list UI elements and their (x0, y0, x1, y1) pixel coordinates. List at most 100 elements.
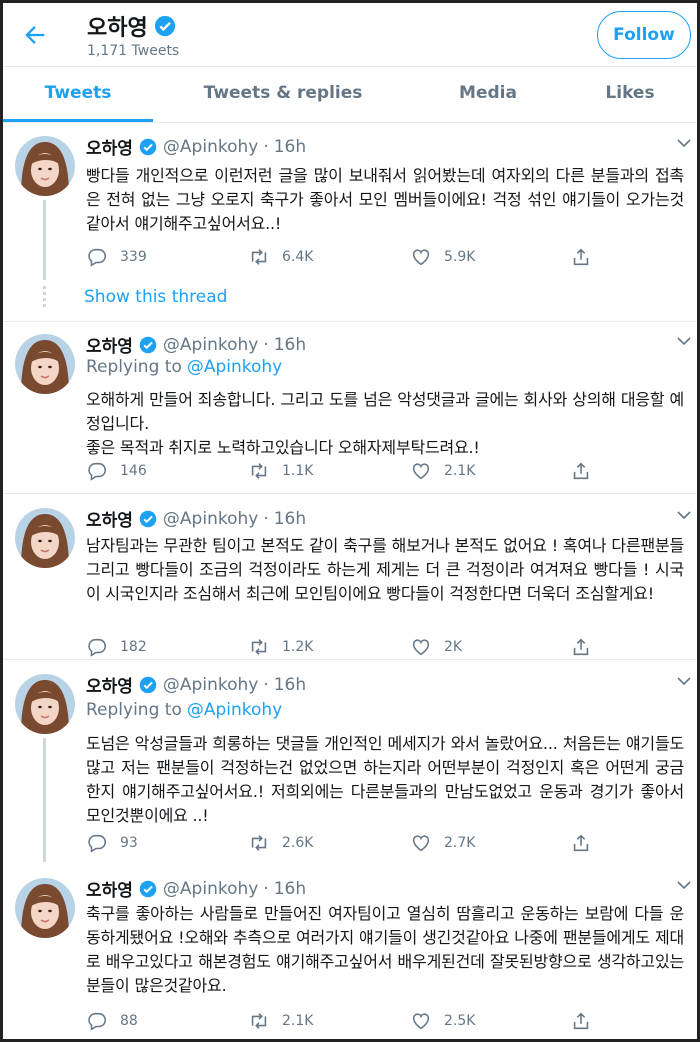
tweet-text: 도넘은 악성글들과 희롱하는 댓글들 개인적인 메세지가 와서 놀랐어요... … (86, 734, 684, 825)
like-button[interactable]: 5.9K (410, 246, 475, 268)
chevron-down-icon[interactable] (677, 676, 691, 686)
share-button[interactable] (570, 832, 604, 854)
tweet-time[interactable]: 16h (274, 137, 306, 157)
replying-to: Replying to @Apinkohy (86, 700, 282, 720)
tweet-handle[interactable]: @Apinkohy (163, 335, 258, 355)
tweet-author-name[interactable]: 오하영 (86, 876, 133, 901)
tweet-time[interactable]: 16h (274, 509, 306, 529)
tab-tweets[interactable]: Tweets (3, 67, 153, 122)
reply-button[interactable]: 339 (86, 246, 147, 268)
tweet-time[interactable]: 16h (274, 879, 306, 899)
chevron-down-icon[interactable] (677, 880, 691, 890)
retweet-icon (251, 639, 267, 655)
verified-icon (154, 15, 175, 37)
profile-name: 오하영 (87, 10, 176, 42)
reply-button[interactable]: 93 (86, 832, 138, 854)
tweet-time[interactable]: 16h (274, 675, 306, 695)
tweet-author-name[interactable]: 오하영 (86, 672, 133, 697)
tweet-text: 오해하게 만들어 죄송합니다. 그리고 도를 넘은 악성댓글과 글에는 회사와 … (86, 390, 684, 457)
share-icon (573, 834, 589, 852)
verified-icon (139, 336, 157, 353)
tweet-actions: 339 6.4K 5.9K (86, 246, 606, 270)
verified-icon (139, 138, 157, 155)
tweet[interactable]: 오하영 @Apinkohy · 16h Replying to @Apinkohy… (3, 662, 697, 862)
reply-count: 93 (120, 835, 138, 851)
avatar[interactable] (15, 878, 75, 938)
tweet[interactable]: 오하영 @Apinkohy · 16h 남자팀과는 무관한 팀이고 본적도 같이… (3, 496, 697, 660)
show-thread-link[interactable]: Show this thread (84, 287, 227, 307)
share-button[interactable] (570, 636, 604, 658)
tweet-actions: 93 2.6K 2.7K (86, 832, 606, 856)
like-button[interactable]: 2.7K (410, 832, 475, 854)
retweet-button[interactable]: 1.2K (248, 636, 313, 658)
tweet-author-name[interactable]: 오하영 (86, 134, 133, 159)
profile-tabs: Tweets Tweets & replies Media Likes (3, 67, 697, 123)
avatar[interactable] (15, 334, 75, 394)
like-button[interactable]: 2.1K (410, 460, 475, 482)
share-button[interactable] (570, 1010, 604, 1032)
tweet[interactable]: 오하영 @Apinkohy · 16h 축구를 좋아하는 사람들로 만들어진 여… (3, 866, 697, 1039)
show-thread-row[interactable]: Show this thread (3, 280, 697, 320)
tweet-actions: 88 2.1K 2.5K (86, 1010, 606, 1034)
tweet[interactable]: 오하영 @Apinkohy · 16h 빵다들 개인적으로 이런저런 글을 많이… (3, 124, 697, 280)
like-count: 2K (444, 639, 463, 655)
share-button[interactable] (570, 246, 604, 268)
reply-icon (88, 462, 107, 481)
reply-icon (88, 1012, 107, 1031)
retweet-count: 6.4K (282, 249, 314, 265)
tweet-time[interactable]: 16h (274, 335, 306, 355)
follow-button[interactable]: Follow (597, 11, 691, 59)
like-button[interactable]: 2.5K (410, 1010, 475, 1032)
avatar[interactable] (15, 136, 75, 196)
tab-media[interactable]: Media (413, 67, 563, 122)
like-count: 2.7K (444, 835, 476, 851)
retweet-button[interactable]: 1.1K (248, 460, 313, 482)
replying-to-mention[interactable]: @Apinkohy (187, 700, 282, 720)
reply-button[interactable]: 182 (86, 636, 147, 658)
retweet-button[interactable]: 2.1K (248, 1010, 313, 1032)
reply-count: 88 (120, 1013, 138, 1029)
share-icon (573, 638, 589, 656)
tweet-author-name[interactable]: 오하영 (86, 332, 133, 357)
verified-icon (139, 880, 157, 897)
tweet-handle[interactable]: @Apinkohy (163, 879, 258, 899)
tweet-handle[interactable]: @Apinkohy (163, 675, 258, 695)
avatar-image (15, 508, 75, 568)
replying-to-mention[interactable]: @Apinkohy (187, 357, 282, 377)
tweet-handle[interactable]: @Apinkohy (163, 509, 258, 529)
reply-icon (88, 248, 107, 267)
replying-to-label: Replying to (86, 357, 182, 377)
tab-likes[interactable]: Likes (563, 67, 697, 122)
share-button[interactable] (570, 460, 604, 482)
separator-dot: · (263, 508, 269, 529)
avatar[interactable] (15, 674, 75, 734)
chevron-down-icon[interactable] (677, 510, 691, 520)
reply-icon (88, 638, 107, 657)
retweet-count: 1.2K (282, 639, 314, 655)
reply-button[interactable]: 146 (86, 460, 147, 482)
heart-icon (412, 639, 430, 656)
avatar[interactable] (15, 508, 75, 568)
avatar-image (15, 136, 75, 196)
tweet[interactable]: 오하영 @Apinkohy · 16h Replying to @Apinkohy… (3, 322, 697, 494)
reply-button[interactable]: 88 (86, 1010, 138, 1032)
tweet-text: 빵다들 개인적으로 이런저런 글을 많이 보내줘서 읽어봤는데 여자외의 다른 … (86, 166, 684, 233)
tweet-handle[interactable]: @Apinkohy (163, 137, 258, 157)
avatar-image (15, 878, 75, 938)
chevron-down-icon[interactable] (677, 336, 691, 346)
tweet-author-name[interactable]: 오하영 (86, 506, 133, 531)
tweet-header: 오하영 @Apinkohy · 16h (86, 876, 306, 902)
separator-dot: · (263, 674, 269, 695)
profile-header: 오하영 1,171 Tweets Follow (3, 3, 697, 67)
retweet-icon (251, 249, 267, 265)
like-button[interactable]: 2K (410, 636, 462, 658)
avatar-image (15, 334, 75, 394)
chevron-down-icon[interactable] (677, 138, 691, 148)
thread-line (43, 200, 46, 280)
verified-icon (139, 510, 157, 527)
tweet-actions: 146 1.1K 2.1K (86, 460, 606, 484)
back-arrow-icon[interactable] (21, 21, 49, 49)
retweet-button[interactable]: 6.4K (248, 246, 313, 268)
retweet-button[interactable]: 2.6K (248, 832, 313, 854)
tab-tweets-and-replies[interactable]: Tweets & replies (153, 67, 413, 122)
